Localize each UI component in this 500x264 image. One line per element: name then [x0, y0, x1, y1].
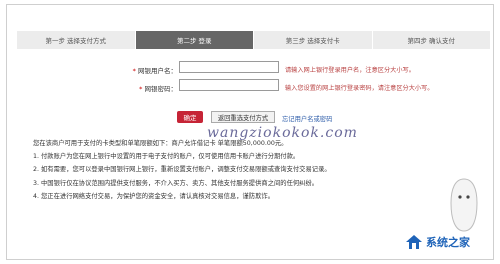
- password-label-text: 网银密码：: [144, 85, 178, 93]
- required-mark: *: [132, 67, 136, 75]
- password-hint: 输入您设置的网上银行登录密码，请注意区分大小写。: [285, 85, 434, 92]
- username-label: * 网银用户名：: [123, 65, 177, 75]
- password-input[interactable]: [179, 79, 279, 91]
- payment-page: 第一步 选择支付方式 第二步 登录 第三步 选择支付卡 第四步 确认支付 * 网…: [6, 4, 494, 260]
- decorative-figure-icon: [450, 178, 478, 232]
- logo-mark-icon: [404, 233, 424, 251]
- info-line: 2. 如有需要，您可以登录中国银行网上银行，重新设置支付账户，调整支付交易限额或…: [33, 166, 331, 174]
- step-2-current: 第二步 登录: [135, 31, 254, 49]
- payment-info-notes: 您在该商户可用于支付的卡类型和单笔限额如下：商户允许借记卡 单笔限额50,000…: [33, 139, 363, 205]
- username-hint: 请输入网上银行登录用户名，注意区分大小写。: [285, 67, 415, 74]
- info-line: 3. 中国银行仅在协议范围内提供支付服务，不介入买方、卖方、其他支付服务提供商之…: [33, 179, 319, 187]
- step-progress-bar: 第一步 选择支付方式 第二步 登录 第三步 选择支付卡 第四步 确认支付: [17, 31, 491, 49]
- username-input[interactable]: [179, 61, 279, 73]
- back-to-payment-method-button[interactable]: 返回重选支付方式: [211, 111, 275, 123]
- required-mark: *: [139, 85, 143, 93]
- forgot-credentials-link[interactable]: 忘记用户名或密码: [282, 114, 332, 123]
- step-1: 第一步 选择支付方式: [17, 31, 136, 49]
- username-label-text: 网银用户名：: [138, 67, 177, 75]
- info-line: 4. 您正在进行网络支付交易，为保护您的资金安全，请认真核对交易信息，谨防欺诈。: [33, 192, 274, 200]
- step-4: 第四步 确认支付: [372, 31, 491, 49]
- info-line: 1. 付款账户为您在网上银行中设置的用于电子支付的账户，仅可使用信用卡账户进行分…: [33, 153, 300, 161]
- confirm-button[interactable]: 确定: [177, 111, 203, 123]
- step-3: 第三步 选择支付卡: [254, 31, 373, 49]
- logo-text: 系统之家: [426, 236, 470, 249]
- username-row: * 网银用户名： 请输入网上银行登录用户名，注意区分大小写。: [7, 61, 495, 77]
- password-row: * 网银密码： 输入您设置的网上银行登录密码，请注意区分大小写。: [7, 79, 495, 95]
- site-logo: 系统之家: [404, 228, 496, 256]
- password-label: * 网银密码：: [123, 83, 177, 93]
- info-line: 您在该商户可用于支付的卡类型和单笔限额如下：商户允许借记卡 单笔限额50,000…: [33, 140, 288, 147]
